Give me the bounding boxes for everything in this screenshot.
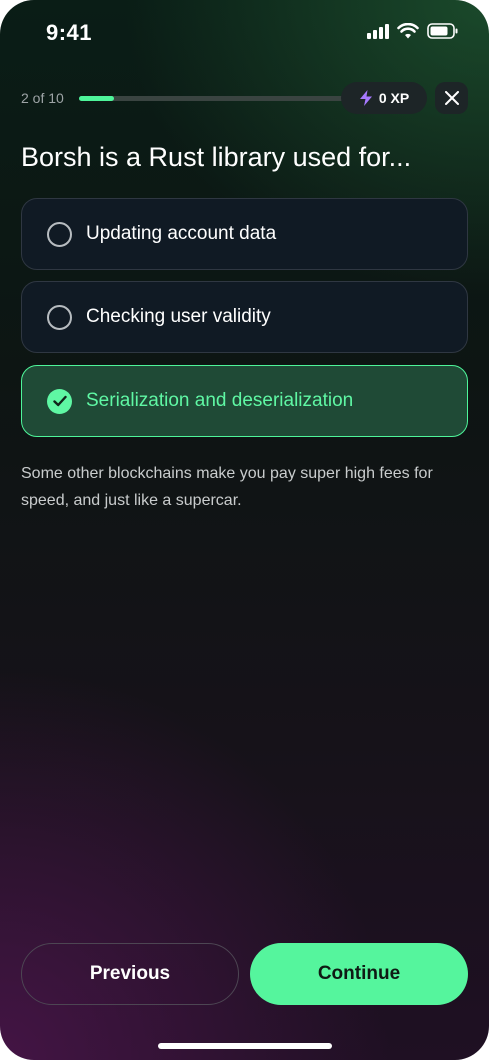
battery-icon — [427, 23, 458, 39]
progress-bar — [79, 96, 351, 101]
answer-option-1[interactable]: Updating account data — [21, 198, 468, 270]
answer-option-2[interactable]: Checking user validity — [21, 281, 468, 353]
radio-unselected-icon — [47, 221, 72, 247]
xp-badge: 0 XP — [341, 82, 427, 114]
answer-option-label: Checking user validity — [86, 306, 271, 327]
lightning-bolt-icon — [359, 90, 372, 106]
status-time: 9:41 — [46, 20, 93, 45]
continue-button[interactable]: Continue — [250, 943, 468, 1005]
progress-bar-fill — [79, 96, 115, 101]
phone-screen: 9:41 2 of 10 0 XP Borsh is a Rust librar… — [0, 0, 489, 1060]
answer-option-label: Updating account data — [86, 223, 277, 244]
question-text: Borsh is a Rust library used for... — [21, 142, 412, 172]
radio-unselected-icon — [47, 304, 72, 330]
answer-option-3[interactable]: Serialization and deserialization — [21, 365, 468, 437]
close-icon — [444, 91, 459, 105]
close-button[interactable] — [435, 82, 468, 114]
cellular-signal-icon — [367, 23, 389, 39]
check-circle-icon — [47, 388, 72, 414]
home-indicator — [158, 1043, 332, 1049]
answer-option-label: Serialization and deserialization — [86, 390, 354, 411]
status-icons — [367, 23, 459, 39]
xp-label: 0 XP — [378, 90, 410, 106]
wifi-icon — [397, 23, 419, 39]
explanation-text: Some other blockchains make you pay supe… — [21, 465, 433, 509]
progress-label: 2 of 10 — [21, 90, 64, 106]
status-bar: 9:41 — [0, 0, 489, 60]
quiz-header: 2 of 10 0 XP — [21, 82, 468, 114]
previous-button[interactable]: Previous — [21, 943, 239, 1005]
